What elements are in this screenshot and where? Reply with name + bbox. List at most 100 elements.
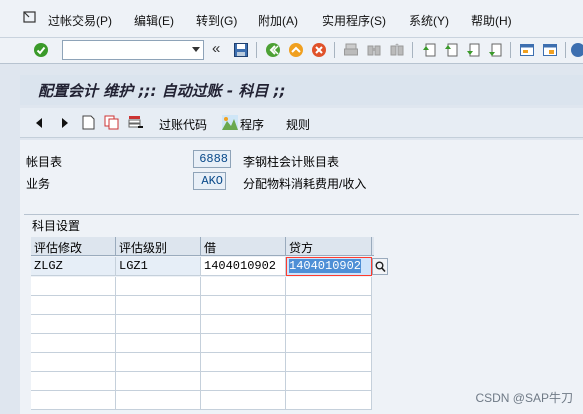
copy-icon[interactable] bbox=[104, 115, 119, 130]
empty-cell[interactable] bbox=[116, 315, 201, 334]
print-icon[interactable] bbox=[343, 42, 359, 58]
empty-cell[interactable] bbox=[286, 315, 372, 334]
table-row bbox=[31, 372, 374, 391]
empty-cell[interactable] bbox=[31, 372, 116, 391]
empty-cell[interactable] bbox=[201, 334, 286, 353]
empty-cell[interactable] bbox=[286, 277, 372, 296]
column-header-valuation-class[interactable]: 评估级别 bbox=[116, 237, 201, 256]
menu-icon[interactable] bbox=[23, 11, 36, 23]
empty-cell[interactable] bbox=[31, 353, 116, 372]
chart-of-accounts-label: 帐目表 bbox=[26, 155, 63, 169]
menu-item-extras[interactable]: 附加(A) bbox=[258, 12, 298, 29]
search-icon bbox=[375, 261, 386, 273]
cancel-icon[interactable] bbox=[311, 42, 327, 58]
transaction-label: 业务 bbox=[26, 177, 51, 191]
back-icon[interactable] bbox=[265, 42, 281, 58]
empty-cell[interactable] bbox=[201, 296, 286, 315]
column-header-valuation-modifier[interactable]: 评估修改 bbox=[31, 237, 116, 256]
menu-item-posting[interactable]: 过帐交易(P) bbox=[48, 12, 112, 29]
empty-cell[interactable] bbox=[116, 353, 201, 372]
debit-account-cell[interactable]: 1404010902 bbox=[201, 257, 286, 276]
empty-cell[interactable] bbox=[31, 315, 116, 334]
empty-cell[interactable] bbox=[286, 334, 372, 353]
empty-cell[interactable] bbox=[31, 277, 116, 296]
shortcut-icon[interactable] bbox=[542, 42, 558, 58]
empty-cell[interactable] bbox=[201, 391, 286, 410]
table-row bbox=[31, 391, 374, 410]
first-page-icon[interactable] bbox=[421, 42, 437, 58]
posting-key-button[interactable]: 过账代码 bbox=[159, 116, 207, 133]
prev-page-icon[interactable] bbox=[443, 42, 459, 58]
create-session-icon[interactable] bbox=[519, 42, 535, 58]
application-toolbar: 过账代码 程序 规则 bbox=[20, 108, 583, 138]
toolbar-separator bbox=[256, 42, 257, 58]
empty-cell[interactable] bbox=[201, 353, 286, 372]
next-page-icon[interactable] bbox=[465, 42, 481, 58]
chevron-down-icon[interactable] bbox=[192, 47, 200, 52]
svg-text:+: + bbox=[395, 43, 399, 49]
empty-cell[interactable] bbox=[116, 391, 201, 410]
empty-cell[interactable] bbox=[201, 277, 286, 296]
next-entry-icon[interactable] bbox=[60, 117, 70, 129]
menu-bar: 过帐交易(P) 编辑(E) 转到(G) 附加(A) 实用程序(S) 系统(Y) … bbox=[0, 0, 583, 38]
empty-cell[interactable] bbox=[286, 391, 372, 410]
help-icon[interactable] bbox=[570, 42, 583, 58]
credit-account-value: 1404010902 bbox=[289, 259, 362, 273]
empty-cell[interactable] bbox=[116, 334, 201, 353]
empty-cell[interactable] bbox=[116, 296, 201, 315]
page-title: 配置会计 维护 ;;: 自动过账 - 科目 ;; bbox=[38, 82, 286, 100]
main-content: 帐目表 6888 李钢柱会计账目表 业务 AKO 分配物料消耗费用/收入 科目设… bbox=[20, 140, 583, 414]
previous-entry-icon[interactable] bbox=[34, 117, 44, 129]
empty-cell[interactable] bbox=[201, 315, 286, 334]
toolbar-separator bbox=[565, 42, 566, 58]
table-row bbox=[31, 353, 374, 372]
menu-item-help[interactable]: 帮助(H) bbox=[471, 12, 512, 29]
column-header-credit[interactable]: 贷方 bbox=[286, 237, 372, 256]
collapse-icon[interactable]: « bbox=[212, 40, 220, 57]
empty-cell[interactable] bbox=[286, 372, 372, 391]
procedures-button[interactable]: 程序 bbox=[240, 116, 264, 133]
save-icon[interactable] bbox=[233, 42, 249, 58]
menu-item-system[interactable]: 系统(Y) bbox=[409, 12, 449, 29]
exit-icon[interactable] bbox=[288, 42, 304, 58]
menu-item-goto[interactable]: 转到(G) bbox=[196, 12, 237, 29]
chart-of-accounts-description: 李钢柱会计账目表 bbox=[243, 155, 340, 169]
find-icon[interactable] bbox=[366, 42, 382, 58]
valuation-class-cell[interactable]: LGZ1 bbox=[116, 257, 201, 276]
enter-icon[interactable] bbox=[33, 42, 49, 58]
search-help-button[interactable] bbox=[372, 258, 388, 275]
column-header-debit[interactable]: 借 bbox=[201, 237, 286, 256]
toolbar-separator bbox=[510, 42, 511, 58]
table-row bbox=[31, 315, 374, 334]
find-next-icon[interactable]: + bbox=[389, 42, 405, 58]
command-field[interactable] bbox=[62, 40, 204, 60]
empty-cell[interactable] bbox=[286, 296, 372, 315]
table-row bbox=[31, 277, 374, 296]
standard-toolbar: « + bbox=[0, 38, 583, 64]
watermark: CSDN @SAP牛刀 bbox=[475, 391, 573, 405]
empty-cell[interactable] bbox=[286, 353, 372, 372]
empty-cell[interactable] bbox=[116, 372, 201, 391]
transaction-description: 分配物料消耗费用/收入 bbox=[243, 177, 367, 191]
last-page-icon[interactable] bbox=[487, 42, 503, 58]
empty-cell[interactable] bbox=[31, 391, 116, 410]
valuation-modifier-cell[interactable]: ZLGZ bbox=[31, 257, 116, 276]
table-header: 评估修改 评估级别 借 贷方 bbox=[31, 237, 374, 256]
menu-item-edit[interactable]: 编辑(E) bbox=[134, 12, 174, 29]
empty-cell[interactable] bbox=[31, 334, 116, 353]
delete-icon[interactable] bbox=[128, 115, 144, 130]
procedures-icon[interactable] bbox=[222, 115, 238, 130]
table-row bbox=[31, 334, 374, 353]
empty-cell[interactable] bbox=[116, 277, 201, 296]
empty-cell[interactable] bbox=[31, 296, 116, 315]
toolbar-separator bbox=[334, 42, 335, 58]
toolbar-separator bbox=[412, 42, 413, 58]
credit-account-cell[interactable]: 1404010902 bbox=[286, 257, 372, 276]
rules-button[interactable]: 规则 bbox=[286, 116, 310, 133]
new-document-icon[interactable] bbox=[82, 115, 95, 130]
chart-of-accounts-field[interactable]: 6888 bbox=[193, 150, 231, 168]
table-row bbox=[31, 296, 374, 315]
menu-item-utilities[interactable]: 实用程序(S) bbox=[322, 12, 386, 29]
transaction-field[interactable]: AKO bbox=[193, 172, 226, 190]
empty-cell[interactable] bbox=[201, 372, 286, 391]
